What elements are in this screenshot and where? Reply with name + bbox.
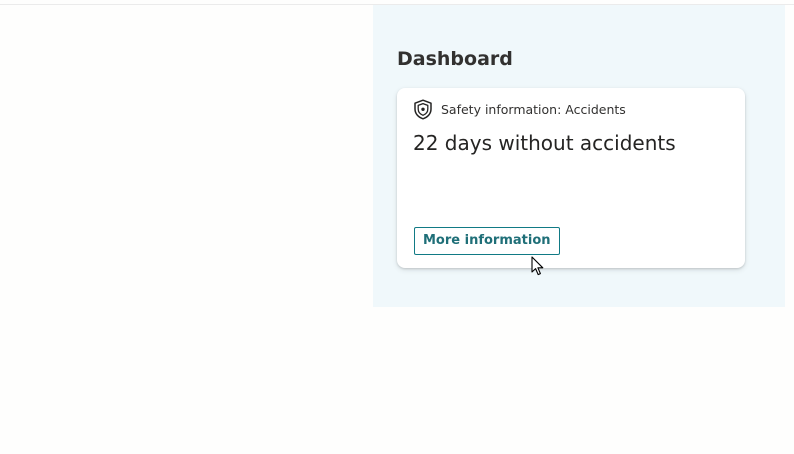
dashboard-panel: Dashboard Safety information: Accidents … — [373, 5, 785, 307]
dashboard-title: Dashboard — [397, 48, 513, 70]
card-header: Safety information: Accidents — [413, 99, 626, 120]
safety-card: Safety information: Accidents 22 days wi… — [397, 88, 745, 268]
card-headline: 22 days without accidents — [413, 131, 676, 155]
more-information-button[interactable]: More information — [414, 227, 560, 255]
shield-icon — [413, 99, 433, 120]
page: Dashboard Safety information: Accidents … — [0, 0, 794, 454]
mouse-pointer-icon — [531, 256, 545, 276]
card-category: Safety information: Accidents — [441, 102, 626, 117]
